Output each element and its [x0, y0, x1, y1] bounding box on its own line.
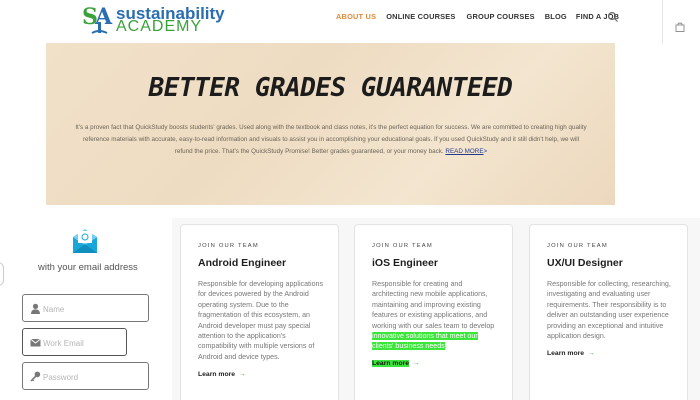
card-description: Responsible for creating and architectin… — [372, 280, 495, 351]
search-icon[interactable] — [607, 11, 619, 23]
card-description: Responsible for collecting, researching,… — [547, 280, 671, 341]
arrow-right-icon: → — [413, 360, 420, 367]
nav-blog[interactable]: BLOG — [545, 12, 567, 21]
main-nav: ABOUT US ONLINE COURSES GROUP COURSES BL… — [336, 12, 619, 21]
envelope-icon — [73, 229, 97, 253]
nav-about-us[interactable]: ABOUT US — [336, 12, 376, 21]
learn-more-link[interactable]: Learn more → — [198, 371, 246, 378]
card-title: iOS Engineer — [372, 257, 438, 269]
user-icon — [31, 303, 40, 314]
card-eyebrow: JOIN OUR TEAM — [372, 243, 433, 249]
selected-text-highlight: innovative solutions that meet our clien… — [372, 332, 478, 351]
arrow-right-icon: → — [239, 371, 246, 378]
logo-text-academy: ACADEMY — [116, 18, 203, 35]
card-eyebrow: JOIN OUR TEAM — [547, 243, 608, 249]
job-card-ux-ui: JOIN OUR TEAM UX/UI Designer Responsible… — [529, 224, 688, 400]
site-header: S A sustainability ACADEMY ABOUT US ONLI… — [0, 0, 700, 38]
job-card-android: JOIN OUR TEAM Android Engineer Responsib… — [180, 224, 339, 400]
card-description: Responsible for developing applications … — [198, 280, 324, 361]
header-divider — [662, 0, 663, 44]
hero-body: It's a proven fact that QuickStudy boost… — [75, 124, 587, 155]
password-input[interactable] — [43, 369, 143, 385]
work-email-input[interactable] — [43, 335, 143, 351]
arrow-right-icon: → — [588, 350, 595, 357]
name-field — [22, 294, 149, 322]
job-card-ios: JOIN OUR TEAM iOS Engineer Responsible f… — [354, 224, 513, 400]
card-title: UX/UI Designer — [547, 257, 623, 269]
email-caption: with your email address — [38, 262, 138, 273]
mail-icon — [30, 338, 41, 347]
svg-text:A: A — [94, 4, 113, 30]
learn-more-link[interactable]: Learn more → — [547, 350, 595, 357]
hero-title: BETTER GRADES GUARANTEED — [148, 73, 513, 103]
work-email-field — [22, 328, 143, 356]
logo-tree-icon: S A — [82, 4, 113, 34]
slider-handle[interactable] — [0, 262, 4, 286]
nav-online-courses[interactable]: ONLINE COURSES — [386, 12, 455, 21]
nav-group-courses[interactable]: GROUP COURSES — [467, 12, 535, 21]
card-eyebrow: JOIN OUR TEAM — [198, 243, 259, 249]
password-field — [22, 362, 149, 390]
shopping-bag-icon[interactable] — [675, 22, 685, 32]
key-icon — [30, 371, 41, 382]
learn-more-link[interactable]: Learn more → — [372, 360, 420, 367]
hero-banner: BETTER GRADES GUARANTEED It's a proven f… — [46, 43, 615, 205]
read-more-link[interactable]: READ MORE — [445, 148, 483, 155]
logo[interactable]: S A sustainability ACADEMY — [82, 2, 225, 36]
name-input[interactable] — [43, 301, 143, 317]
card-title: Android Engineer — [198, 257, 287, 269]
